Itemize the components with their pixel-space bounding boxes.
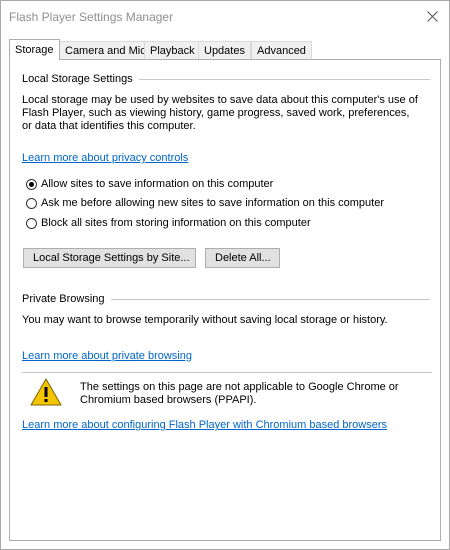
tab-camera-and-mic[interactable]: Camera and Mic (59, 41, 152, 60)
private-browsing-link[interactable]: Learn more about private browsing (22, 350, 192, 362)
private-browsing-heading: Private Browsing (22, 293, 105, 305)
radio-button[interactable] (26, 197, 37, 209)
radio-block-all[interactable]: Block all sites from storing information… (26, 217, 311, 229)
local-storage-by-site-button[interactable]: Local Storage Settings by Site... (23, 248, 196, 268)
warning-icon (30, 378, 62, 406)
divider (138, 78, 430, 80)
storage-panel: Local Storage Settings Local storage may… (9, 59, 441, 541)
settings-window: Flash Player Settings Manager Storage Ca… (0, 0, 450, 550)
window-title: Flash Player Settings Manager (9, 10, 174, 24)
radio-ask-me[interactable]: Ask me before allowing new sites to save… (26, 197, 384, 209)
radio-allow-sites[interactable]: Allow sites to save information on this … (26, 178, 273, 190)
privacy-controls-link[interactable]: Learn more about privacy controls (22, 152, 188, 164)
tab-storage[interactable]: Storage (9, 39, 60, 60)
local-storage-header: Local Storage Settings (22, 73, 430, 85)
divider (22, 372, 432, 373)
tab-playback[interactable]: Playback (144, 41, 201, 60)
local-storage-heading: Local Storage Settings (22, 73, 133, 85)
delete-all-button[interactable]: Delete All... (205, 248, 280, 268)
tab-strip: Storage Camera and Mic Playback Updates … (9, 39, 439, 60)
radio-label: Block all sites from storing information… (41, 217, 311, 229)
radio-label: Allow sites to save information on this … (41, 178, 274, 190)
chrome-notice-text: The settings on this page are not applic… (80, 381, 399, 406)
private-browsing-header: Private Browsing (22, 293, 430, 305)
tab-advanced[interactable]: Advanced (251, 41, 312, 60)
private-browsing-description: You may want to browse temporarily witho… (22, 314, 388, 326)
radio-button[interactable] (26, 217, 37, 229)
title-bar: Flash Player Settings Manager (1, 1, 449, 31)
close-icon (426, 10, 438, 22)
close-button[interactable] (415, 1, 449, 31)
local-storage-description: Local storage may be used by websites to… (22, 94, 418, 132)
radio-label: Ask me before allowing new sites to save… (41, 197, 384, 209)
tab-updates[interactable]: Updates (198, 41, 251, 60)
divider (110, 298, 430, 300)
chromium-config-link[interactable]: Learn more about configuring Flash Playe… (22, 419, 387, 431)
radio-button-checked[interactable] (26, 178, 37, 190)
